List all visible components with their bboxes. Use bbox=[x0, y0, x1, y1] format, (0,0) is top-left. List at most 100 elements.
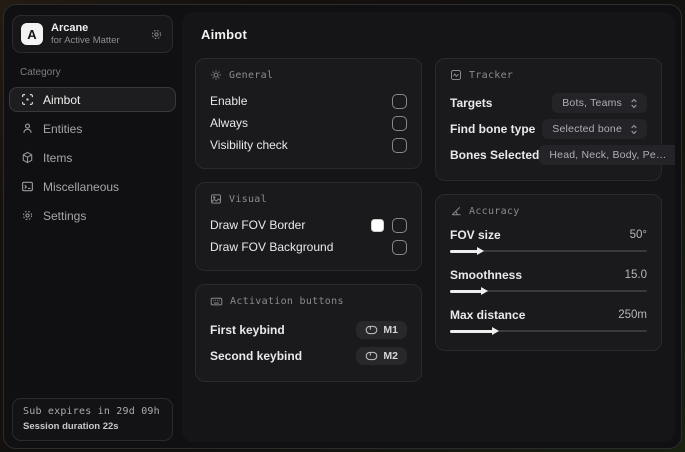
activity-icon bbox=[450, 69, 462, 81]
panel-header: Tracker bbox=[450, 69, 647, 81]
angle-icon bbox=[450, 205, 462, 217]
sidebar: A Arcane for Active Matter Category Aimb… bbox=[4, 5, 181, 448]
sidebar-item-label: Items bbox=[43, 150, 73, 165]
slider-value: 50° bbox=[629, 229, 647, 241]
select-row: Find bone type Selected bone bbox=[450, 116, 647, 142]
crosshair-scan-icon bbox=[21, 93, 34, 106]
keybind-row: Second keybind M2 bbox=[210, 343, 407, 369]
mouse-icon bbox=[365, 351, 378, 361]
mouse-icon bbox=[365, 325, 378, 335]
smoothness-slider[interactable] bbox=[450, 287, 647, 296]
fov-background-checkbox[interactable] bbox=[392, 239, 407, 255]
slider-value: 250m bbox=[618, 309, 647, 321]
right-column: Tracker Targets Bots, Teams Find bone ty… bbox=[435, 58, 675, 382]
max-distance-slider[interactable] bbox=[450, 327, 647, 336]
panel-title: Visual bbox=[229, 193, 267, 205]
setting-row: Enable bbox=[210, 90, 407, 112]
sidebar-item-label: Miscellaneous bbox=[43, 179, 120, 194]
bones-selected-select[interactable]: Head, Neck, Body, Pe… bbox=[539, 145, 675, 165]
second-keybind-button[interactable]: M2 bbox=[356, 347, 407, 365]
select-label: Find bone type bbox=[450, 122, 536, 136]
select-row: Bones Selected Head, Neck, Body, Pe… bbox=[450, 142, 675, 168]
sidebar-item-aimbot[interactable]: Aimbot bbox=[9, 87, 176, 112]
setting-label: Enable bbox=[210, 94, 248, 108]
select-label: Targets bbox=[450, 96, 493, 110]
panel-header: General bbox=[210, 69, 407, 81]
select-label: Bones Selected bbox=[450, 148, 540, 162]
panel-header: Activation buttons bbox=[210, 295, 407, 308]
accuracy-panel: Accuracy FOV size 50° Smoothness 15.0 Ma… bbox=[435, 194, 662, 351]
image-icon bbox=[210, 193, 222, 205]
fov-size-slider[interactable] bbox=[450, 247, 647, 256]
setting-row: Visibility check bbox=[210, 134, 407, 156]
category-nav: Aimbot Entities Items Miscellaneous Sett… bbox=[4, 87, 181, 228]
keybind-row: First keybind M1 bbox=[210, 317, 407, 343]
setting-row: Draw FOV Background bbox=[210, 236, 407, 258]
enable-checkbox[interactable] bbox=[392, 93, 407, 109]
panel-header: Accuracy bbox=[450, 205, 647, 217]
subscription-info-box: Sub expires in 29d 09h Session duration … bbox=[12, 398, 173, 441]
slider-row: Smoothness 15.0 bbox=[450, 266, 647, 296]
sidebar-item-entities[interactable]: Entities bbox=[9, 116, 176, 141]
brand-logo: A bbox=[21, 23, 43, 45]
slider-value: 15.0 bbox=[624, 269, 647, 281]
slider-fill bbox=[450, 327, 500, 335]
brand-card: A Arcane for Active Matter bbox=[12, 15, 173, 53]
select-value: Bots, Teams bbox=[562, 97, 622, 109]
setting-label: Draw FOV Background bbox=[210, 240, 334, 254]
sidebar-item-miscellaneous[interactable]: Miscellaneous bbox=[9, 174, 176, 199]
keyboard-icon bbox=[210, 295, 223, 308]
fov-border-checkbox[interactable] bbox=[392, 217, 407, 233]
select-row: Targets Bots, Teams bbox=[450, 90, 647, 116]
slider-label: FOV size bbox=[450, 228, 501, 242]
session-duration-text: Session duration 22s bbox=[23, 421, 119, 432]
setting-row: Draw FOV Border bbox=[210, 214, 407, 236]
person-icon bbox=[21, 122, 34, 135]
main-content: Aimbot General Enable Always Visibility … bbox=[182, 12, 675, 442]
keybind-value: M1 bbox=[383, 324, 398, 336]
find-bone-type-select[interactable]: Selected bone bbox=[542, 119, 647, 139]
left-column: General Enable Always Visibility check V… bbox=[195, 58, 422, 382]
unfold-icon bbox=[629, 98, 639, 109]
unfold-icon bbox=[629, 124, 639, 135]
sidebar-item-label: Entities bbox=[43, 121, 83, 136]
app-window: A Arcane for Active Matter Category Aimb… bbox=[3, 4, 682, 449]
setting-label: Visibility check bbox=[210, 138, 288, 152]
slider-label: Max distance bbox=[450, 308, 526, 322]
gear-icon bbox=[21, 209, 34, 222]
keybind-label: Second keybind bbox=[210, 349, 303, 363]
slider-fill bbox=[450, 247, 484, 255]
panel-title: General bbox=[229, 69, 274, 81]
unfold-icon bbox=[674, 150, 675, 161]
activation-buttons-panel: Activation buttons First keybind M1 Seco… bbox=[195, 284, 422, 382]
slider-fill bbox=[450, 287, 487, 295]
slider-row: Max distance 250m bbox=[450, 306, 647, 336]
sidebar-item-settings[interactable]: Settings bbox=[9, 203, 176, 228]
setting-row: Always bbox=[210, 112, 407, 134]
targets-select[interactable]: Bots, Teams bbox=[552, 93, 647, 113]
keybind-label: First keybind bbox=[210, 323, 285, 337]
first-keybind-button[interactable]: M1 bbox=[356, 321, 407, 339]
visual-panel: Visual Draw FOV Border Draw FOV Backgrou… bbox=[195, 182, 422, 271]
setting-label: Always bbox=[210, 116, 249, 130]
select-value: Selected bone bbox=[552, 123, 622, 135]
tracker-panel: Tracker Targets Bots, Teams Find bone ty… bbox=[435, 58, 675, 181]
gear-icon[interactable] bbox=[150, 28, 163, 41]
sidebar-item-items[interactable]: Items bbox=[9, 145, 176, 170]
keybind-value: M2 bbox=[383, 350, 398, 362]
slider-row: FOV size 50° bbox=[450, 226, 647, 256]
panel-header: Visual bbox=[210, 193, 407, 205]
brand-name: Arcane bbox=[51, 22, 89, 34]
panel-title: Activation buttons bbox=[230, 296, 344, 307]
setting-label: Draw FOV Border bbox=[210, 218, 306, 232]
fov-border-color-swatch[interactable] bbox=[371, 218, 384, 232]
visibility-check-checkbox[interactable] bbox=[392, 137, 407, 153]
panel-title: Accuracy bbox=[469, 205, 520, 217]
sub-expiry-text: Sub expires in 29d 09h bbox=[23, 406, 160, 417]
select-value: Head, Neck, Body, Pe… bbox=[549, 149, 667, 161]
cube-icon bbox=[21, 151, 34, 164]
page-title: Aimbot bbox=[201, 27, 247, 42]
always-checkbox[interactable] bbox=[392, 115, 407, 131]
general-panel: General Enable Always Visibility check bbox=[195, 58, 422, 169]
sidebar-item-label: Settings bbox=[43, 208, 87, 223]
